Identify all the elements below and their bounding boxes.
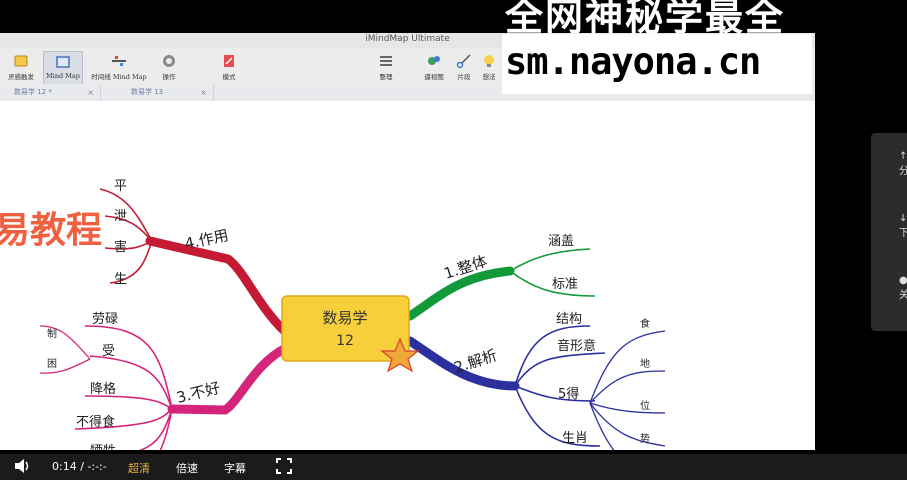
volume-button[interactable] [14,458,32,477]
branch-2-sub: 位 [640,399,650,412]
branch-2-child: 5得 [558,386,579,402]
mindmap-icon [56,56,70,68]
toggle-icon: ● [899,275,907,286]
speaker-icon [15,459,29,473]
download-icon: ↓ [899,213,907,224]
branch-2-child: 生肖 [562,431,588,446]
side-panel-close[interactable]: ● 关 [899,275,907,301]
branch-3-child: 降格 [90,381,116,397]
side-panel-label: 下 [899,228,907,239]
toolbar-label: 操作 [162,73,176,81]
branch-4-twig [104,240,153,250]
branch-4-trunk [145,236,295,341]
branch-3-child: 受 [102,344,115,359]
inspiration-icon [14,55,28,67]
branch-3-label: 3.不好 [175,379,222,407]
toolbar-label: 整理 [379,73,393,81]
tab-document-13[interactable]: 数易学 13 × [101,84,214,101]
tab-document-12[interactable]: 数易学 12 * × [0,84,101,101]
side-panel-label: 关 [899,290,907,301]
branch-3-sub: 困 [47,358,57,370]
close-icon[interactable]: × [200,84,207,101]
branch-3-sub: 制 [47,327,57,340]
watermark-url: sm.nayona.cn [505,40,761,83]
branch-2-sub: 势 [640,432,650,445]
tab-label: 数易学 12 * [14,88,52,96]
quality-button[interactable]: 超清 [128,460,150,476]
branch-1-child: 涵盖 [548,234,574,249]
branch-4-child: 泄 [114,209,127,224]
branch-4-label: 4.作用 [183,226,230,253]
branch-2-label: 2.解析 [452,346,500,377]
branch-3-child: 不得食 [76,414,115,430]
time-display: 0:14 / -:-:- [52,460,107,473]
toolbar-label: Mind Map [46,72,80,80]
side-panel-download[interactable]: ↓ 下 [899,213,907,239]
center-node-title: 数易学 [322,309,367,327]
center-node-number: 12 [336,333,354,349]
toolbar-label: 想法 [482,73,496,81]
mode-icon [224,55,234,67]
toolbar-label: 灵感触发 [8,73,34,81]
scissors-icon [456,54,471,69]
side-panel: ↑ 分 ↓ 下 ● 关 [871,133,907,331]
action-icon [163,55,175,67]
side-panel-share[interactable]: ↑ 分 [899,151,907,177]
side-panel-label: 分 [899,166,907,177]
watermark-overlay: 易教程 [0,210,103,251]
branch-1-twig [509,248,591,272]
branch-4-child: 生 [114,272,127,287]
close-icon[interactable]: × [87,84,94,101]
branch-2-twig [514,385,596,402]
app-window: iMindMap Ultimate 灵感触发 Mind Map 时间线 Mind… [0,33,815,453]
text-cursor [849,40,850,82]
branch-2-twig [514,352,606,387]
branch-4-child: 平 [114,179,127,194]
fullscreen-button[interactable] [276,458,292,477]
tab-label: 数易学 13 [131,88,164,96]
branch-2-subtwig [589,402,666,447]
branch-4-child: 害 [114,239,127,255]
subtitle-button[interactable]: 字幕 [224,460,246,476]
branch-3-child: 劳碌 [92,311,118,327]
branch-2-subtwig [589,402,617,453]
mindmap-svg: 数易学 12 4.作用 3.不好 1.整体 2.解析 平 泄 害 生 劳碌 受 … [39,179,666,453]
branch-2-child: 音形意 [557,338,596,354]
lightbulb-icon [484,55,494,67]
speed-button[interactable]: 倍速 [176,460,198,476]
mindmap-canvas[interactable]: 数易学 12 4.作用 3.不好 1.整体 2.解析 平 泄 害 生 劳碌 受 … [0,101,815,453]
branch-3-twig [84,395,173,410]
toolbar-label: 片段 [457,73,471,81]
branch-2-sub: 地 [640,357,650,370]
view-icon [428,56,440,65]
branch-2-sub: 食 [640,317,650,330]
branch-2-child: 结构 [556,312,582,327]
toolbar-label: 逼视图 [424,73,444,81]
video-player-bar: 0:14 / -:-:- 超清 倍速 字幕 [0,454,907,480]
branch-2-twig [514,325,591,387]
organize-icon [380,56,392,66]
toolbar-label: 模式 [222,73,236,81]
branch-2-subtwig [589,402,666,414]
timeline-icon [112,56,126,66]
fullscreen-icon [276,458,292,474]
branch-1-child: 标准 [552,277,578,292]
toolbar-label: 时间线 Mind Map [91,73,147,81]
share-icon: ↑ [899,151,907,162]
